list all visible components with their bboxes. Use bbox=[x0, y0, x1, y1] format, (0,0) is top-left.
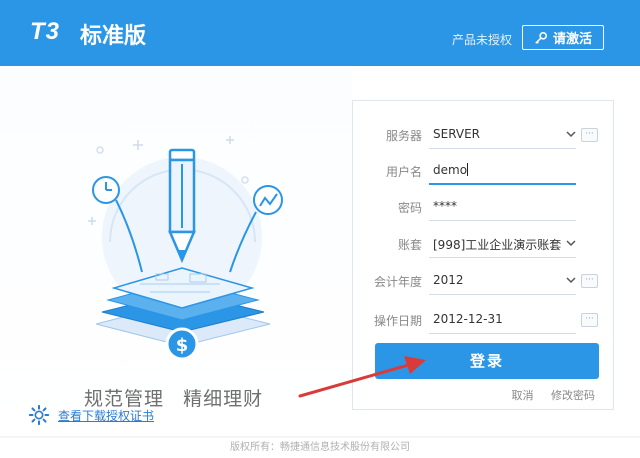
username-row: 用户名 demo bbox=[353, 155, 615, 185]
account-label: 账套 bbox=[397, 238, 422, 252]
red-arrow-annotation bbox=[298, 356, 426, 398]
chevron-down-icon bbox=[566, 277, 576, 284]
view-certificate-link[interactable]: 查看下载授权证书 bbox=[28, 404, 154, 426]
form-links: 取消 修改密码 bbox=[498, 387, 596, 403]
server-value: SERVER bbox=[433, 127, 481, 141]
pencil-illustration: $ bbox=[88, 136, 283, 361]
chevron-down-icon bbox=[566, 240, 576, 247]
account-row: 账套 [998]工业企业演示账套 bbox=[353, 228, 615, 258]
year-select[interactable]: 2012 bbox=[429, 265, 576, 295]
password-value: **** bbox=[433, 199, 457, 213]
copyright-footer: 版权所有：畅捷通信息技术股份有限公司 bbox=[230, 442, 410, 453]
date-row: 操作日期 2012-12-31 ··· bbox=[353, 304, 615, 334]
certificate-link-text[interactable]: 查看下载授权证书 bbox=[58, 407, 154, 424]
password-input[interactable]: **** bbox=[429, 191, 576, 221]
username-label: 用户名 bbox=[385, 165, 422, 179]
date-label: 操作日期 bbox=[373, 314, 422, 328]
server-row: 服务器 SERVER ··· bbox=[353, 119, 615, 149]
activate-label: 请激活 bbox=[552, 32, 592, 47]
key-icon bbox=[535, 31, 548, 44]
server-browse-button[interactable]: ··· bbox=[581, 128, 598, 142]
account-select[interactable]: [998]工业企业演示账套 bbox=[429, 228, 576, 258]
username-input[interactable]: demo bbox=[429, 155, 576, 185]
product-edition: 标准版 bbox=[80, 24, 147, 49]
unauthorized-text: 产品未授权 bbox=[452, 33, 513, 47]
password-label: 密码 bbox=[397, 201, 422, 215]
server-select[interactable]: SERVER bbox=[429, 119, 576, 149]
username-value: demo bbox=[433, 163, 468, 177]
date-value: 2012-12-31 bbox=[433, 312, 503, 326]
date-picker-button[interactable]: ··· bbox=[581, 313, 598, 327]
chevron-down-icon bbox=[566, 131, 576, 138]
slogan-part2: 精细理财 bbox=[183, 388, 264, 410]
gear-icon bbox=[28, 404, 50, 426]
year-row: 会计年度 2012 ··· bbox=[353, 265, 615, 295]
server-label: 服务器 bbox=[385, 129, 422, 143]
year-value: 2012 bbox=[433, 273, 464, 287]
header-bar: T3 标准版 产品未授权 请激活 bbox=[0, 0, 640, 66]
year-label: 会计年度 bbox=[373, 275, 422, 289]
password-row: 密码 **** bbox=[353, 191, 615, 221]
date-input[interactable]: 2012-12-31 bbox=[429, 304, 576, 334]
svg-text:$: $ bbox=[176, 335, 189, 356]
cancel-link[interactable]: 取消 bbox=[512, 389, 534, 402]
account-value: [998]工业企业演示账套 bbox=[433, 238, 562, 252]
text-caret bbox=[467, 163, 469, 176]
activate-button[interactable]: 请激活 bbox=[522, 25, 604, 50]
change-password-link[interactable]: 修改密码 bbox=[551, 389, 595, 402]
t3-logo: T3 bbox=[30, 18, 61, 45]
year-browse-button[interactable]: ··· bbox=[581, 274, 598, 288]
